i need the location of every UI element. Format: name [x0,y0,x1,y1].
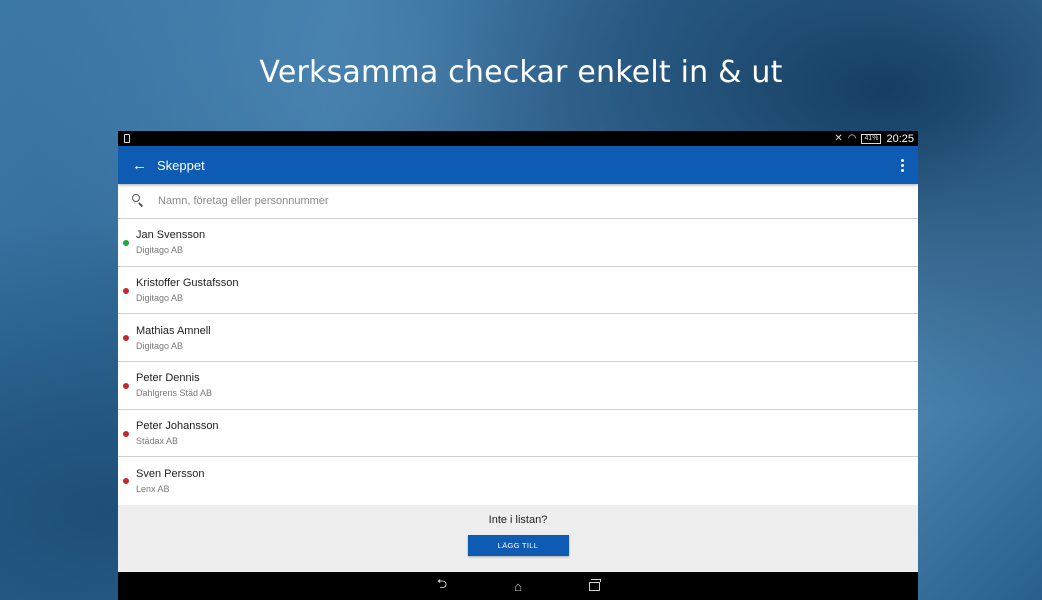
battery-indicator: 41% [861,133,882,144]
list-item[interactable]: Peter Johansson Städax AB [118,410,918,458]
search-bar [118,184,918,219]
person-company: Digitago AB [136,340,184,351]
more-vert-icon[interactable] [897,155,908,176]
not-in-list-text: Inte i listan? [488,514,548,526]
list-item[interactable]: Peter Dennis Dahlgrens Städ AB [118,362,918,410]
person-company: Digitago AB [136,245,184,256]
status-dot [123,287,129,294]
status-dot [123,383,129,390]
promo-title: Verksamma checkar enkelt in & ut [259,55,783,90]
list-item[interactable]: Sven Persson Lenx AB [118,457,918,505]
app-title: Skeppet [157,157,205,173]
person-list: Jan Svensson Digitago AB Kristoffer Gust… [118,219,918,506]
search-input[interactable] [150,195,906,207]
recents-icon[interactable] [584,578,604,594]
wifi-icon: ◠ [847,132,857,144]
arrow-back-icon[interactable]: ← [132,157,157,174]
status-dot [123,430,129,437]
list-item[interactable]: Jan Svensson Digitago AB [118,219,918,267]
status-clock: 20:25 [886,132,914,145]
person-name: Kristoffer Gustafsson [136,277,239,290]
person-company: Lenx AB [136,484,170,495]
person-company: Digitago AB [136,293,184,304]
person-company: Dahlgrens Städ AB [136,388,213,399]
bluetooth-off-icon: ✕ [834,132,843,144]
person-company: Städax AB [136,436,179,447]
status-bar: ✕ ◠ 41% 20:25 [118,131,918,146]
list-item[interactable]: Mathias Amnell Digitago AB [118,314,918,363]
status-dot [123,335,129,342]
search-icon [130,192,148,210]
home-icon[interactable]: ⌂ [508,579,528,594]
footer-panel: Inte i listan? LÄGG TILL [118,505,918,572]
app-bar: ← Skeppet [118,146,918,184]
person-name: Mathias Amnell [136,324,211,337]
system-nav-bar: ⮌ ⌂ [118,572,918,600]
status-dot [123,478,129,485]
notification-icon [124,134,130,143]
person-name: Peter Johansson [136,420,219,433]
tablet-screen: ✕ ◠ 41% 20:25 ← Skeppet Jan Svensson Dig… [118,131,918,600]
status-dot [123,240,129,246]
add-button[interactable]: LÄGG TILL [467,535,569,556]
back-nav-icon[interactable]: ⮌ [432,575,452,597]
person-name: Jan Svensson [136,229,206,242]
person-name: Sven Persson [136,468,205,481]
list-item[interactable]: Kristoffer Gustafsson Digitago AB [118,267,918,315]
person-name: Peter Dennis [136,372,200,385]
